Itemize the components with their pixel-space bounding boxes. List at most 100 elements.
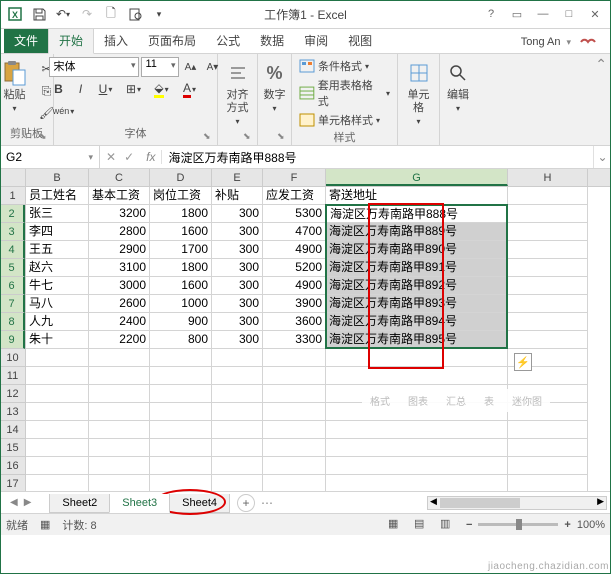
cell[interactable]: 1600 bbox=[150, 223, 212, 241]
cell[interactable] bbox=[150, 403, 212, 421]
cell[interactable] bbox=[212, 403, 263, 421]
launcher-icon[interactable]: ⬊ bbox=[243, 131, 255, 143]
cell[interactable]: 5200 bbox=[263, 259, 326, 277]
col-header[interactable]: G bbox=[326, 169, 508, 186]
col-header[interactable]: H bbox=[508, 169, 588, 186]
cell[interactable] bbox=[263, 367, 326, 385]
cell[interactable]: 5300 bbox=[263, 205, 326, 223]
cell[interactable]: 人九 bbox=[26, 313, 89, 331]
row-header[interactable]: 9 bbox=[0, 331, 25, 349]
border-button[interactable]: ⊞▾ bbox=[121, 79, 147, 99]
phonetic-button[interactable]: wén▾ bbox=[49, 101, 79, 121]
cell[interactable]: 4900 bbox=[263, 241, 326, 259]
format-table-button[interactable]: 套用表格格式 ▾ bbox=[297, 76, 392, 110]
cell[interactable] bbox=[89, 457, 150, 475]
sheet-nav-next-icon[interactable]: ▶ bbox=[24, 497, 32, 508]
share-icon[interactable] bbox=[577, 31, 599, 53]
cell[interactable] bbox=[26, 385, 89, 403]
cell[interactable] bbox=[89, 385, 150, 403]
cell[interactable] bbox=[89, 403, 150, 421]
cell[interactable] bbox=[508, 457, 588, 475]
cell[interactable] bbox=[508, 331, 588, 349]
cell[interactable] bbox=[26, 349, 89, 367]
cell[interactable]: 2800 bbox=[89, 223, 150, 241]
cell[interactable]: 1700 bbox=[150, 241, 212, 259]
cell[interactable] bbox=[150, 457, 212, 475]
launcher-icon[interactable]: ⬊ bbox=[203, 131, 215, 143]
row-header[interactable]: 10 bbox=[0, 349, 25, 367]
cell[interactable] bbox=[508, 295, 588, 313]
cell[interactable] bbox=[150, 385, 212, 403]
fx-icon[interactable]: fx bbox=[140, 150, 162, 164]
cell[interactable]: 4700 bbox=[263, 223, 326, 241]
row-header[interactable]: 7 bbox=[0, 295, 25, 313]
cell[interactable]: 海淀区万寿南路甲893号 bbox=[326, 295, 508, 313]
row-header[interactable]: 12 bbox=[0, 385, 25, 403]
cell[interactable] bbox=[26, 475, 89, 491]
row-header[interactable]: 2 bbox=[0, 205, 25, 223]
cell[interactable]: 朱十 bbox=[26, 331, 89, 349]
launcher-icon[interactable]: ⬊ bbox=[277, 131, 289, 143]
cell[interactable]: 2200 bbox=[89, 331, 150, 349]
cell[interactable]: 岗位工资 bbox=[150, 187, 212, 205]
bold-button[interactable]: B bbox=[49, 79, 69, 99]
cell[interactable]: 900 bbox=[150, 313, 212, 331]
maximize-icon[interactable]: □ bbox=[557, 4, 581, 24]
font-name-select[interactable]: 宋体 bbox=[49, 57, 139, 77]
row-header[interactable]: 16 bbox=[0, 457, 25, 475]
row-header[interactable]: 5 bbox=[0, 259, 25, 277]
cell[interactable] bbox=[212, 385, 263, 403]
cell[interactable]: 300 bbox=[212, 277, 263, 295]
cell[interactable]: 张三 bbox=[26, 205, 89, 223]
collapse-ribbon-icon[interactable]: ⌃ bbox=[595, 56, 607, 73]
normal-view-icon[interactable]: ▦ bbox=[388, 517, 408, 533]
cell[interactable] bbox=[26, 421, 89, 439]
number-button[interactable]: % 数字▾ bbox=[257, 57, 293, 117]
cell[interactable]: 李四 bbox=[26, 223, 89, 241]
sheet-tab-3[interactable]: Sheet3 bbox=[109, 494, 170, 513]
cell[interactable]: 海淀区万寿南路甲891号 bbox=[326, 259, 508, 277]
conditional-format-button[interactable]: 条件格式 ▾ bbox=[297, 57, 392, 75]
cell[interactable] bbox=[212, 421, 263, 439]
fill-color-button[interactable]: ⬙▾ bbox=[149, 79, 175, 99]
horizontal-scrollbar[interactable]: ◀▶ bbox=[427, 496, 607, 510]
user-name[interactable]: Tong An bbox=[521, 36, 561, 48]
increase-font-icon[interactable]: A▴ bbox=[181, 57, 201, 77]
help-icon[interactable]: ? bbox=[479, 4, 503, 24]
cell[interactable] bbox=[150, 421, 212, 439]
cell[interactable] bbox=[508, 205, 588, 223]
close-icon[interactable]: ✕ bbox=[583, 4, 607, 24]
col-header[interactable]: E bbox=[212, 169, 263, 186]
cell[interactable] bbox=[326, 367, 508, 385]
page-layout-icon[interactable]: ▤ bbox=[414, 517, 434, 533]
expand-formula-icon[interactable]: ⌄ bbox=[593, 146, 611, 168]
cell[interactable]: 海淀区万寿南路甲888号 bbox=[326, 205, 508, 223]
zoom-out-icon[interactable]: − bbox=[466, 519, 472, 531]
preview-icon[interactable] bbox=[124, 3, 146, 25]
cell[interactable] bbox=[508, 421, 588, 439]
cell[interactable]: 300 bbox=[212, 295, 263, 313]
select-all-corner[interactable] bbox=[0, 169, 26, 187]
cell[interactable]: 3600 bbox=[263, 313, 326, 331]
paste-button[interactable]: 粘贴▾ bbox=[0, 57, 33, 117]
cell[interactable] bbox=[508, 241, 588, 259]
row-header[interactable]: 6 bbox=[0, 277, 25, 295]
tab-view[interactable]: 视图 bbox=[338, 28, 382, 53]
cell[interactable] bbox=[26, 403, 89, 421]
cell[interactable]: 2600 bbox=[89, 295, 150, 313]
cell[interactable]: 寄送地址 bbox=[326, 187, 508, 205]
cell[interactable]: 王五 bbox=[26, 241, 89, 259]
editing-button[interactable]: 编辑▾ bbox=[440, 57, 476, 117]
cell[interactable] bbox=[89, 421, 150, 439]
row-header[interactable]: 17 bbox=[0, 475, 25, 491]
cell[interactable] bbox=[263, 385, 326, 403]
undo-icon[interactable]: ↶▾ bbox=[52, 3, 74, 25]
cell[interactable] bbox=[212, 475, 263, 491]
row-header[interactable]: 11 bbox=[0, 367, 25, 385]
cell[interactable] bbox=[326, 349, 508, 367]
cell[interactable]: 1000 bbox=[150, 295, 212, 313]
ribbon-options-icon[interactable]: ▭ bbox=[505, 4, 529, 24]
cell[interactable]: 赵六 bbox=[26, 259, 89, 277]
redo-icon[interactable]: ↷ bbox=[76, 3, 98, 25]
excel-icon[interactable]: X bbox=[4, 3, 26, 25]
